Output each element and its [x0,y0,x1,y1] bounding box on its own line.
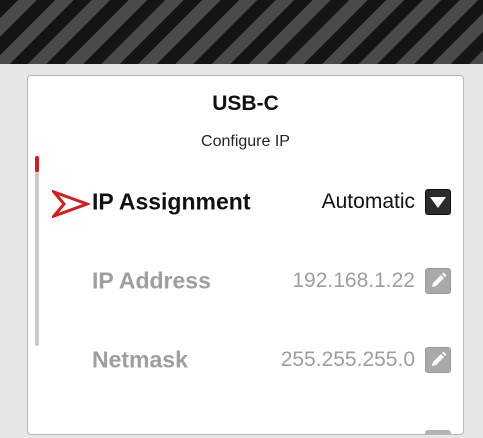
dialog-subtitle: Configure IP [201,133,290,150]
scrollbar-thumb[interactable] [35,156,39,172]
next-row-edit-button[interactable] [425,430,451,434]
ip-assignment-dropdown-button[interactable] [425,189,451,215]
netmask-edit-button[interactable] [425,347,451,373]
ip-address-label: IP Address [92,267,211,294]
netmask-row[interactable]: Netmask 255.255.255.0 [28,342,463,378]
ip-assignment-row[interactable]: IP Assignment Automatic [28,184,463,220]
ip-assignment-label: IP Assignment [92,188,251,215]
ip-assignment-value: Automatic [321,190,415,213]
netmask-label: Netmask [92,346,188,373]
hazard-stripe-header [0,0,483,64]
dialog-title: USB-C [212,92,279,115]
pencil-icon [432,351,447,366]
configure-ip-dialog: USB-C Configure IP IP Assignment Automat… [27,75,464,435]
netmask-value: 255.255.255.0 [280,348,415,371]
ip-address-row[interactable]: IP Address 192.168.1.22 [28,263,463,299]
ip-address-edit-button[interactable] [425,268,451,294]
chevron-down-icon [430,197,446,208]
pencil-icon [432,272,447,287]
ip-address-value: 192.168.1.22 [292,269,415,292]
